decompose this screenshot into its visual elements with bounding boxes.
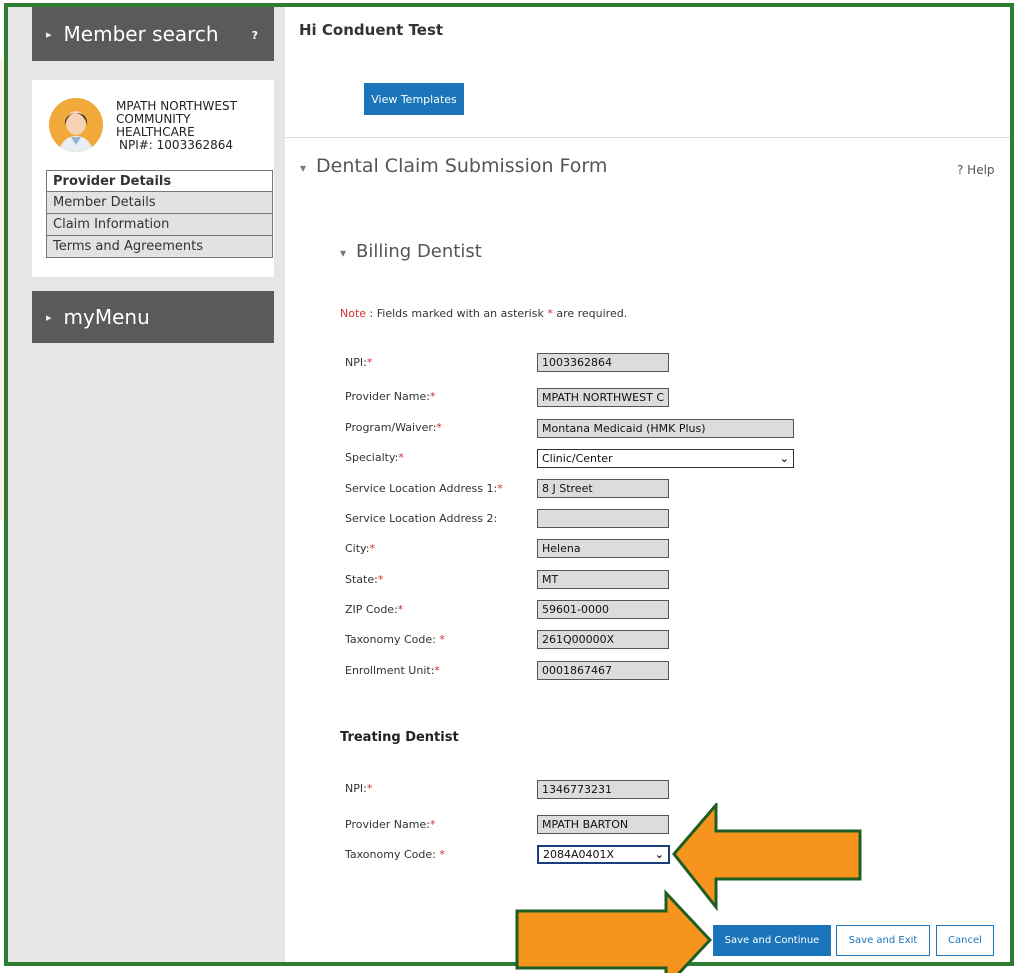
form-title[interactable]: ▾ Dental Claim Submission Form bbox=[300, 155, 607, 177]
specialty-value: Clinic/Center bbox=[542, 452, 613, 465]
zip-field[interactable]: 59601-0000 bbox=[537, 600, 669, 619]
treating-npi-field[interactable]: 1346773231 bbox=[537, 780, 669, 799]
greeting: Hi Conduent Test bbox=[299, 21, 444, 39]
program-waiver-label: Program/Waiver:* bbox=[345, 421, 442, 434]
state-label-text: State: bbox=[345, 573, 378, 586]
help-link[interactable]: ? Help bbox=[957, 163, 995, 177]
required-star: * bbox=[429, 818, 436, 831]
billing-dentist-title: Billing Dentist bbox=[356, 241, 482, 262]
treating-provider-name-field[interactable]: MPATH BARTON bbox=[537, 815, 669, 834]
state-label: State:* bbox=[345, 573, 383, 586]
treating-taxonomy-label: Taxonomy Code: * bbox=[345, 848, 445, 861]
taxonomy-label: Taxonomy Code: * bbox=[345, 633, 445, 646]
member-search-panel[interactable]: ▸ Member search ? bbox=[32, 7, 274, 61]
chevron-down-icon: ⌄ bbox=[654, 848, 664, 861]
state-field[interactable]: MT bbox=[537, 570, 669, 589]
provider-info: MPATH NORTHWEST COMMUNITY HEALTHCARE NPI… bbox=[116, 100, 271, 152]
divider bbox=[285, 137, 1010, 138]
required-star: * bbox=[377, 573, 384, 586]
zip-label: ZIP Code:* bbox=[345, 603, 403, 616]
city-field[interactable]: Helena bbox=[537, 539, 669, 558]
npi-label-text: NPI: bbox=[345, 356, 367, 369]
required-star: * bbox=[398, 451, 404, 464]
billing-dentist-section[interactable]: ▾ Billing Dentist bbox=[340, 241, 482, 262]
specialty-select[interactable]: Clinic/Center ⌄ bbox=[537, 449, 794, 468]
treating-npi-label: NPI:* bbox=[345, 782, 372, 795]
provider-card: MPATH NORTHWEST COMMUNITY HEALTHCARE NPI… bbox=[32, 80, 274, 277]
required-star: * bbox=[397, 603, 404, 616]
npi-field[interactable]: 1003362864 bbox=[537, 353, 669, 372]
city-label-text: City: bbox=[345, 542, 370, 555]
menu-item-member-details[interactable]: Member Details bbox=[46, 192, 273, 214]
mymenu-label: myMenu bbox=[63, 305, 150, 329]
provider-name-field[interactable]: MPATH NORTHWEST C bbox=[537, 388, 669, 407]
address2-field[interactable] bbox=[537, 509, 669, 528]
city-label: City:* bbox=[345, 542, 375, 555]
enrollment-unit-field[interactable]: 0001867467 bbox=[537, 661, 669, 680]
required-star: * bbox=[439, 633, 445, 646]
note-prefix: Note bbox=[340, 307, 367, 320]
address1-field[interactable]: 8 J Street bbox=[537, 479, 669, 498]
help-icon[interactable]: ? bbox=[252, 29, 258, 42]
provider-npi: NPI#: 1003362864 bbox=[119, 138, 234, 152]
specialty-label-text: Specialty: bbox=[345, 451, 399, 464]
menu-item-terms-agreements[interactable]: Terms and Agreements bbox=[46, 236, 273, 258]
provider-name-label-text: Provider Name: bbox=[345, 390, 430, 403]
program-waiver-field[interactable]: Montana Medicaid (HMK Plus) bbox=[537, 419, 794, 438]
avatar bbox=[49, 98, 103, 152]
required-star: * bbox=[369, 542, 375, 555]
treating-taxonomy-select[interactable]: 2084A0401X ⌄ bbox=[537, 845, 670, 864]
menu-item-claim-information[interactable]: Claim Information bbox=[46, 214, 273, 236]
chevron-down-icon: ⌄ bbox=[779, 452, 789, 465]
save-and-continue-button[interactable]: Save and Continue bbox=[713, 925, 831, 956]
address1-label: Service Location Address 1:* bbox=[345, 482, 503, 495]
provider-menu: Provider Details Member Details Claim In… bbox=[46, 170, 273, 258]
mymenu-panel[interactable]: ▸ myMenu bbox=[32, 291, 274, 343]
note-text: : Fields marked with an asterisk bbox=[366, 307, 548, 320]
specialty-label: Specialty:* bbox=[345, 451, 404, 464]
caret-right-icon: ▸ bbox=[46, 27, 52, 41]
treating-taxonomy-label-text: Taxonomy Code: bbox=[345, 848, 440, 861]
save-and-exit-button[interactable]: Save and Exit bbox=[836, 925, 930, 956]
required-star: * bbox=[429, 390, 436, 403]
program-waiver-label-text: Program/Waiver: bbox=[345, 421, 437, 434]
required-star: * bbox=[366, 356, 373, 369]
cancel-button[interactable]: Cancel bbox=[936, 925, 994, 956]
address2-label: Service Location Address 2: bbox=[345, 512, 498, 525]
required-star: * bbox=[436, 421, 442, 434]
address1-label-text: Service Location Address 1: bbox=[345, 482, 498, 495]
arrow-right-icon bbox=[515, 889, 713, 973]
enrollment-unit-label: Enrollment Unit:* bbox=[345, 664, 440, 677]
required-star: * bbox=[366, 782, 373, 795]
form-title-label: Dental Claim Submission Form bbox=[316, 155, 608, 177]
member-search-label: Member search bbox=[63, 22, 219, 46]
required-note: Note : Fields marked with an asterisk * … bbox=[340, 307, 627, 320]
required-star: * bbox=[497, 482, 503, 495]
taxonomy-field[interactable]: 261Q00000X bbox=[537, 630, 669, 649]
provider-name-label: Provider Name:* bbox=[345, 390, 435, 403]
required-star: * bbox=[439, 848, 445, 861]
treating-npi-label-text: NPI: bbox=[345, 782, 367, 795]
chevron-down-icon: ▾ bbox=[340, 246, 347, 260]
treating-dentist-title: Treating Dentist bbox=[340, 730, 459, 745]
required-star: * bbox=[434, 664, 440, 677]
npi-label: NPI:* bbox=[345, 356, 372, 369]
treating-provider-name-label-text: Provider Name: bbox=[345, 818, 430, 831]
treating-provider-name-label: Provider Name:* bbox=[345, 818, 435, 831]
view-templates-button[interactable]: View Templates bbox=[364, 83, 464, 115]
note-suffix: are required. bbox=[552, 307, 628, 320]
chevron-down-icon: ▾ bbox=[300, 161, 307, 175]
treating-taxonomy-value: 2084A0401X bbox=[543, 848, 615, 861]
taxonomy-label-text: Taxonomy Code: bbox=[345, 633, 440, 646]
enrollment-unit-label-text: Enrollment Unit: bbox=[345, 664, 435, 677]
caret-right-icon: ▸ bbox=[46, 310, 52, 324]
menu-item-provider-details[interactable]: Provider Details bbox=[46, 170, 273, 192]
zip-label-text: ZIP Code: bbox=[345, 603, 398, 616]
